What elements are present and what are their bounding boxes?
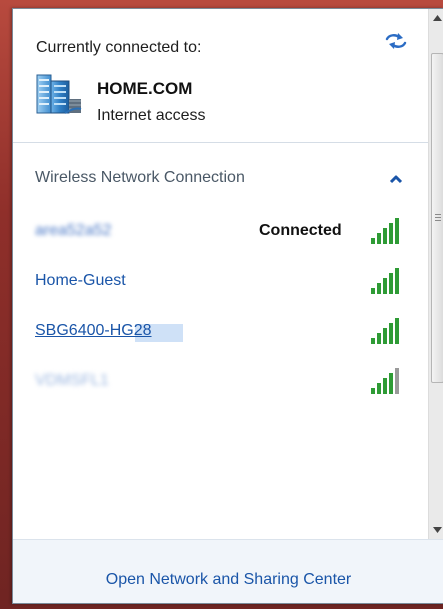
network-row[interactable]: VDMSFL1 [13, 360, 428, 404]
network-ssid: SBG6400-HG28 [35, 322, 152, 339]
connected-header: Currently connected to: HOME.COM Interne… [13, 9, 428, 143]
scroll-up-button[interactable] [429, 9, 443, 27]
scroll-down-button[interactable] [429, 521, 443, 539]
network-ssid: area52a52 [35, 222, 112, 239]
signal-bar [395, 318, 399, 344]
thumb-grip-line [435, 220, 441, 221]
refresh-icon[interactable] [383, 31, 409, 51]
network-ssid: Home-Guest [35, 272, 126, 289]
current-network-access: Internet access [97, 107, 206, 124]
network-flyout: Currently connected to: HOME.COM Interne… [12, 8, 443, 604]
section-title: Wireless Network Connection [35, 169, 245, 186]
network-row[interactable]: area52a52 Connected [13, 210, 428, 254]
signal-bar [395, 268, 399, 294]
current-network-name: HOME.COM [97, 79, 193, 98]
arrow-up-icon [432, 15, 442, 21]
signal-bar [389, 273, 393, 294]
header-title: Currently connected to: [36, 39, 202, 56]
thumb-grip-line [435, 214, 441, 215]
vertical-scrollbar[interactable] [428, 9, 443, 539]
signal-bar [383, 278, 387, 294]
signal-strength-icon [371, 268, 399, 294]
network-ssid: VDMSFL1 [35, 372, 109, 389]
signal-bar [377, 283, 381, 294]
chevron-up-icon[interactable] [389, 174, 403, 184]
signal-bar [383, 328, 387, 344]
thumb-grip-line [435, 217, 441, 218]
network-icon [36, 74, 82, 114]
signal-strength-icon [371, 218, 399, 244]
signal-bar [371, 388, 375, 394]
signal-bar [377, 233, 381, 244]
network-row[interactable]: SBG6400-HG28 [13, 310, 428, 354]
flyout-footer: Open Network and Sharing Center [13, 539, 443, 603]
network-status: Connected [259, 222, 342, 239]
signal-bar [371, 288, 375, 294]
signal-strength-icon [371, 368, 399, 394]
signal-bar [383, 378, 387, 394]
signal-bar [395, 218, 399, 244]
signal-strength-icon [371, 318, 399, 344]
signal-bar [395, 368, 399, 394]
signal-bar [371, 238, 375, 244]
signal-bar [389, 223, 393, 244]
signal-bar [383, 228, 387, 244]
network-row[interactable]: Home-Guest [13, 260, 428, 304]
open-network-sharing-center-link[interactable]: Open Network and Sharing Center [13, 571, 443, 589]
signal-bar [389, 323, 393, 344]
wireless-section: Wireless Network Connection area52a52 Co… [13, 144, 428, 544]
signal-bar [371, 338, 375, 344]
arrow-down-icon [432, 527, 442, 533]
scroll-thumb[interactable] [431, 53, 443, 383]
signal-bar [377, 333, 381, 344]
signal-bar [389, 373, 393, 394]
signal-bar [377, 383, 381, 394]
